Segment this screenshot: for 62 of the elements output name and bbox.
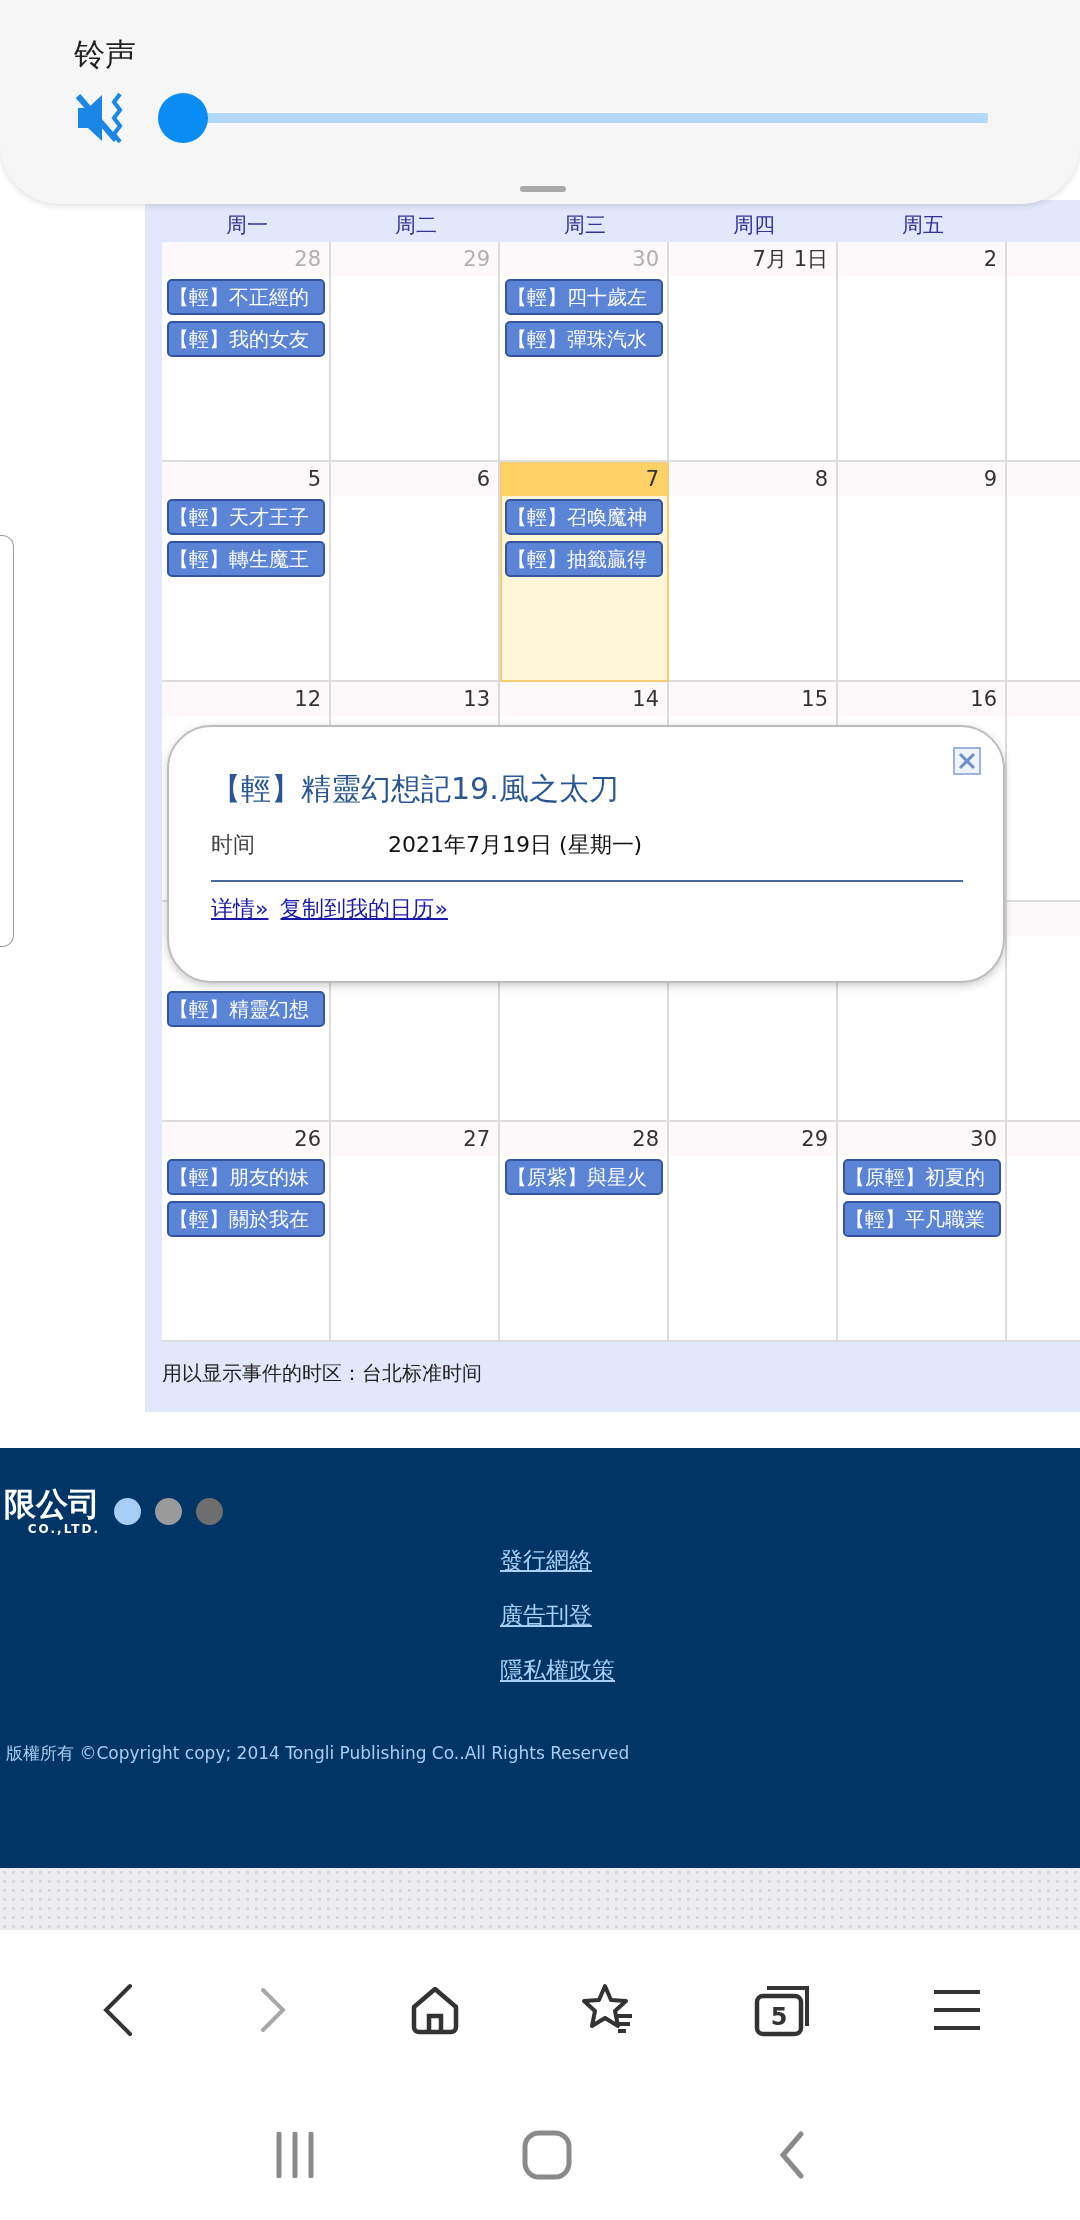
- event-chip[interactable]: 【輕】召喚魔神: [505, 499, 663, 535]
- day-number: 8: [814, 467, 828, 491]
- event-chip[interactable]: 【輕】精靈幻想: [167, 991, 325, 1027]
- close-icon: [957, 751, 977, 771]
- logo-subtext: CO.,LTD.: [27, 1523, 100, 1535]
- day-number: 13: [463, 687, 490, 711]
- square-icon: [522, 2130, 572, 2180]
- timezone-note: 用以显示事件的时区：台北标准时间: [162, 1359, 482, 1387]
- event-chip[interactable]: 【輕】不正經的: [167, 279, 325, 315]
- day-number: 2: [983, 247, 997, 271]
- day-number: 12: [294, 687, 321, 711]
- weekday-header: 周一: [224, 212, 269, 239]
- event-chip[interactable]: 【原輕】初夏的: [843, 1159, 1001, 1195]
- weekday-header: 周三: [562, 212, 607, 239]
- day-number: 6: [476, 467, 490, 491]
- footer-link[interactable]: 隱私權政策: [500, 1655, 615, 1686]
- day-number: 30: [970, 1127, 997, 1151]
- footer-link[interactable]: 廣告刊登: [500, 1600, 592, 1631]
- day-number: 29: [463, 247, 490, 271]
- volume-label: 铃声: [74, 35, 136, 74]
- event-chip[interactable]: 【輕】轉生魔王: [167, 541, 325, 577]
- event-chip[interactable]: 【輕】朋友的妹: [167, 1159, 325, 1195]
- day-number: 15: [801, 687, 828, 711]
- day-number: 5: [307, 467, 321, 491]
- day-number: 28: [294, 247, 321, 271]
- drag-handle[interactable]: [520, 186, 566, 192]
- carousel-dot[interactable]: [114, 1498, 141, 1525]
- event-chip[interactable]: 【輕】四十歲左: [505, 279, 663, 315]
- event-chip[interactable]: 【輕】我的女友: [167, 321, 325, 357]
- carousel-dot[interactable]: [196, 1498, 223, 1525]
- day-number: 7月 1日: [752, 246, 828, 273]
- carousel-dot[interactable]: [155, 1498, 182, 1525]
- event-title: 【輕】精靈幻想記19.風之太刀: [211, 770, 619, 808]
- footer-link[interactable]: 發行網絡: [500, 1545, 592, 1576]
- event-chip[interactable]: 【輕】天才王子: [167, 499, 325, 535]
- close-button[interactable]: [953, 747, 981, 775]
- day-number: 7: [645, 467, 659, 491]
- slider-thumb[interactable]: [158, 93, 208, 143]
- day-number: 26: [294, 1127, 321, 1151]
- day-number: 30: [632, 247, 659, 271]
- event-chip[interactable]: 【輕】平凡職業: [843, 1201, 1001, 1237]
- day-number: 14: [632, 687, 659, 711]
- tabs-button[interactable]: 5: [746, 1976, 823, 2044]
- event-chip[interactable]: 【輕】關於我在: [167, 1201, 325, 1237]
- weekday-header: 周四: [731, 212, 776, 239]
- event-chip[interactable]: 【輕】彈珠汽水: [505, 321, 663, 357]
- popup-link[interactable]: 详情»: [211, 894, 269, 924]
- event-chip[interactable]: 【輕】抽籤贏得: [505, 541, 663, 577]
- day-number: 16: [970, 687, 997, 711]
- day-number: 29: [801, 1127, 828, 1151]
- menu-icon: [932, 1988, 983, 2032]
- weekday-header: 周五: [900, 212, 945, 239]
- field-label: 时间: [211, 831, 256, 859]
- logo-text: 限公司: [4, 1488, 100, 1520]
- copyright-text: 版權所有 ©Copyright copy; 2014 Tongli Publishing Co..All Rights Reserved: [6, 1742, 630, 1765]
- popup-link[interactable]: 复制到我的日历»: [280, 894, 448, 924]
- day-number: 9: [983, 467, 997, 491]
- day-number: 27: [463, 1127, 490, 1151]
- field-value: 2021年7月19日 (星期一): [388, 831, 643, 859]
- day-number: 28: [632, 1127, 659, 1151]
- event-chip[interactable]: 【原紫】與星火: [505, 1159, 663, 1195]
- weekday-header: 周二: [393, 212, 438, 239]
